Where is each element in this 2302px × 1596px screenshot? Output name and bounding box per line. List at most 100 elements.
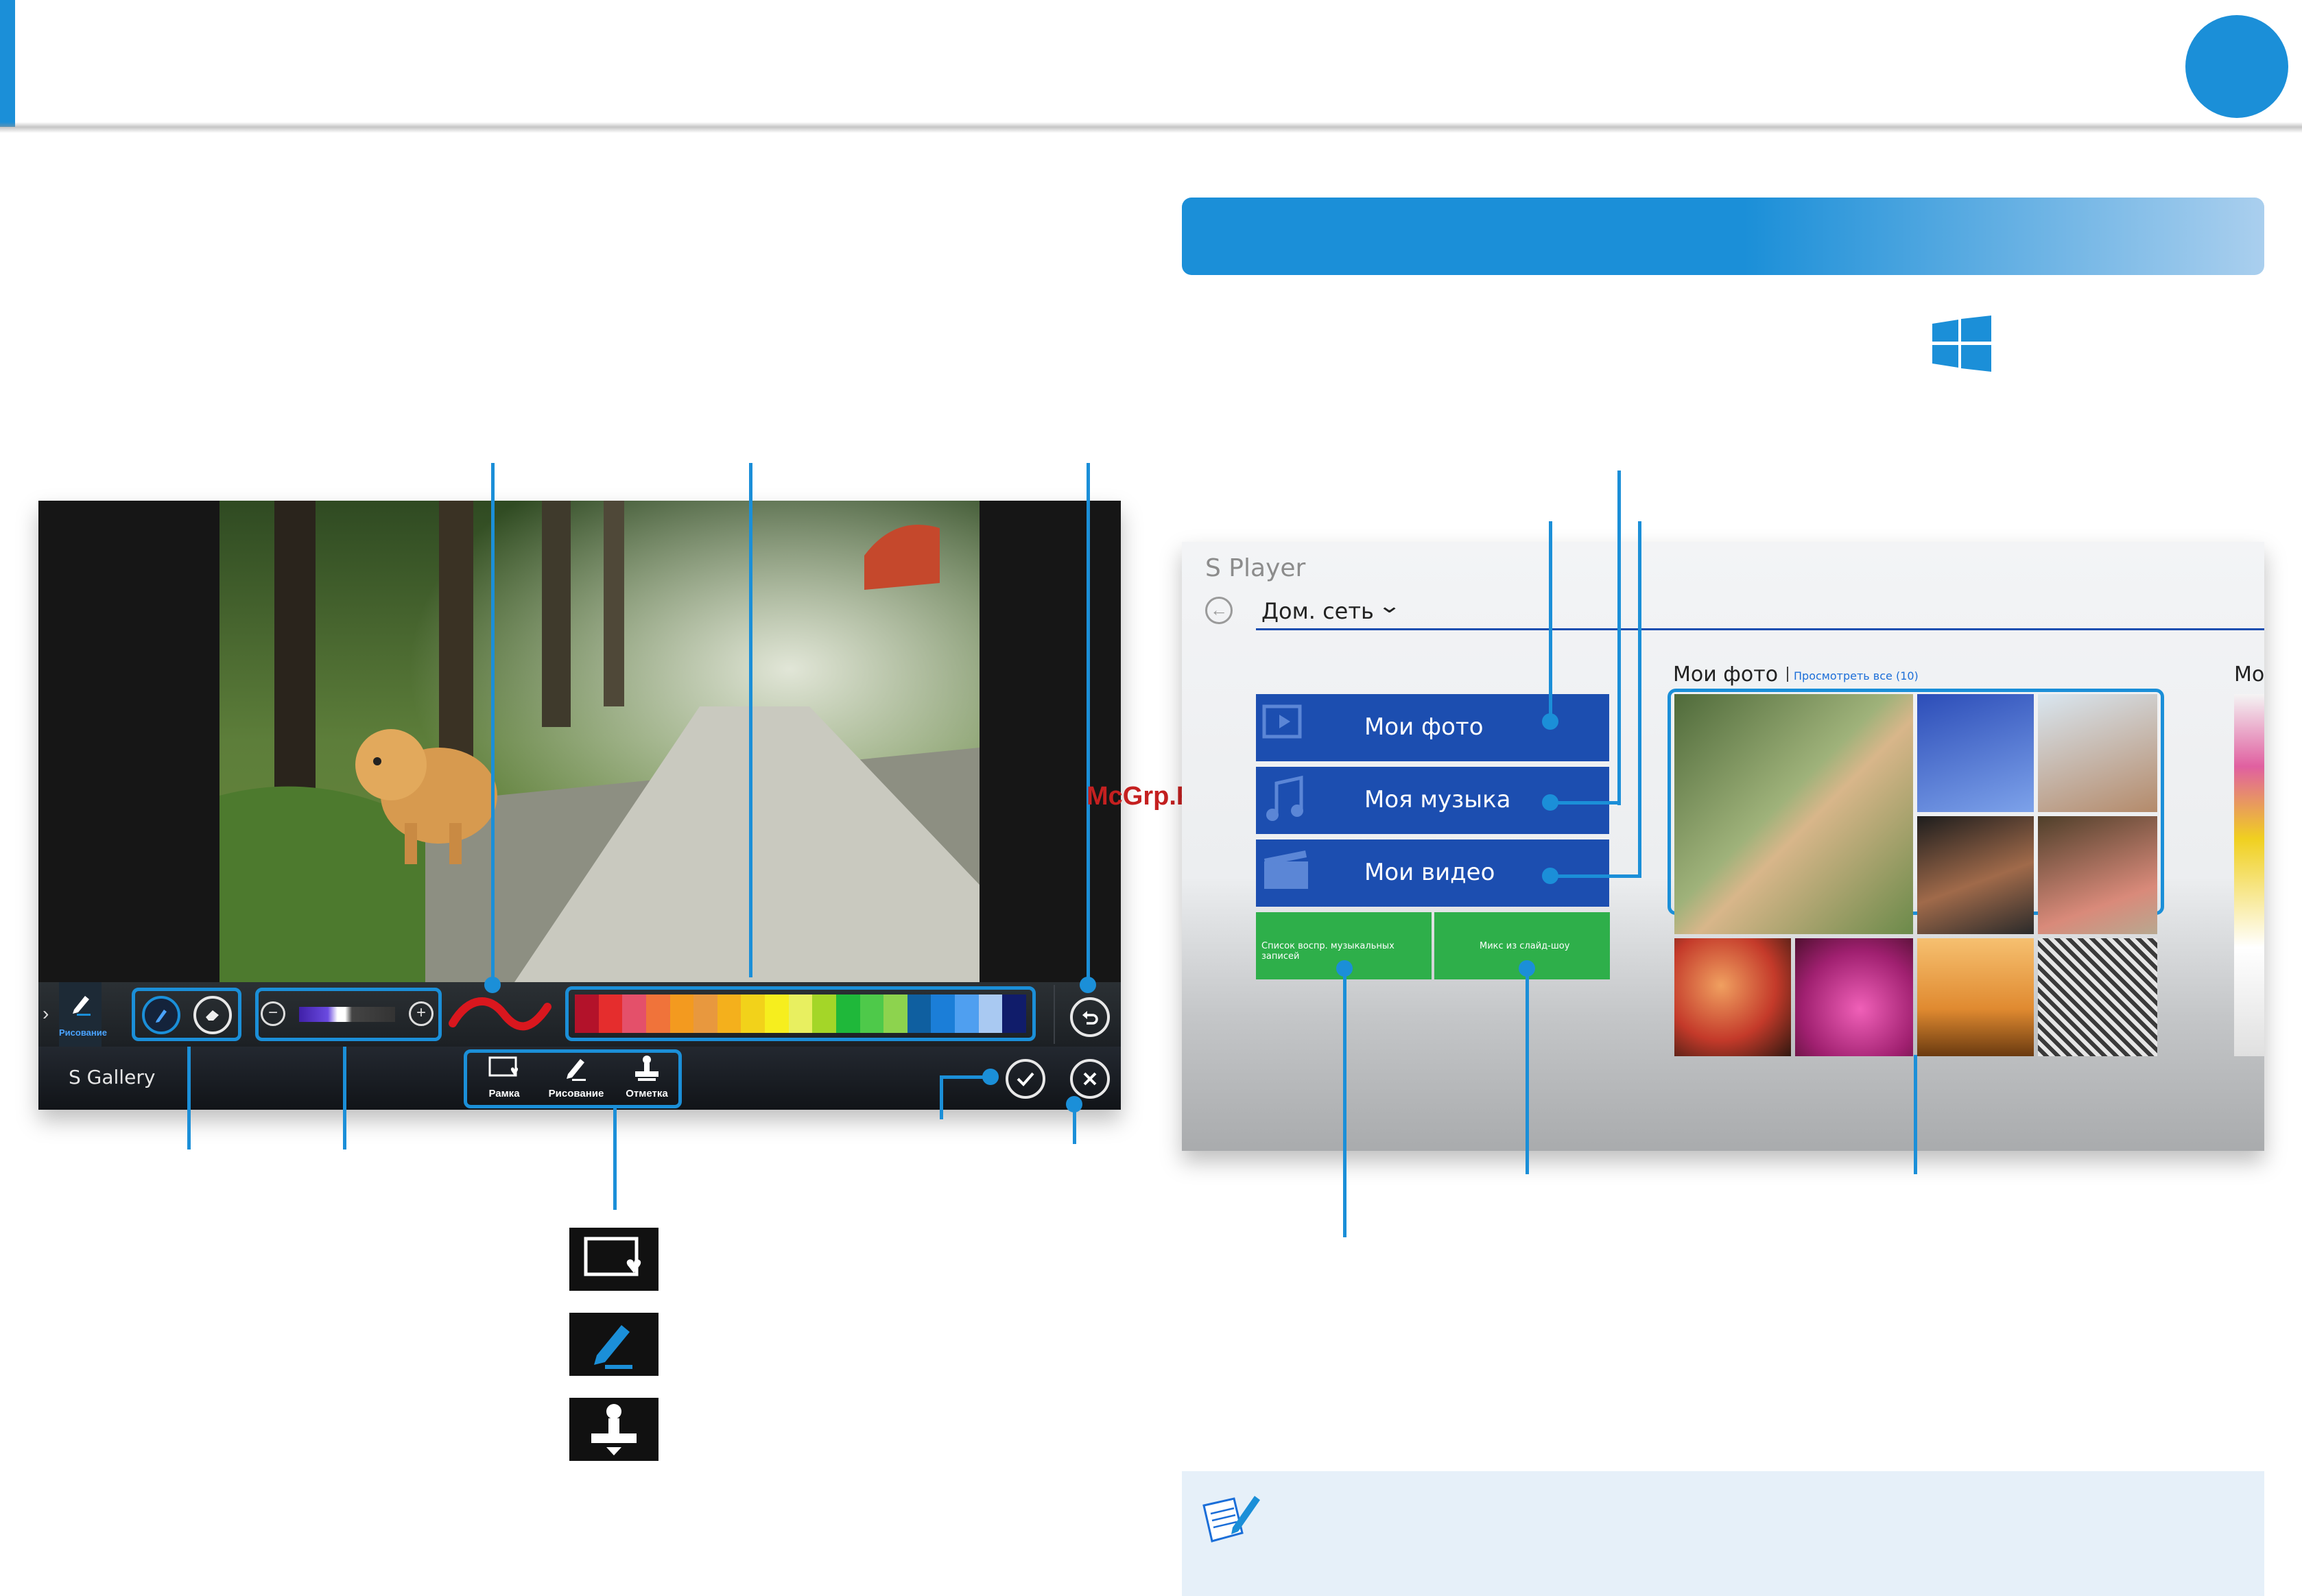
- next-section-thumb[interactable]: [2234, 694, 2264, 1056]
- legend-frame: [569, 1228, 658, 1291]
- callout-line-edit-tools: [613, 1108, 617, 1210]
- photo-thumb-doodle[interactable]: [2038, 938, 2157, 1056]
- photo-thumb-cat[interactable]: [2038, 816, 2157, 934]
- note-pencil-icon: [1202, 1496, 1260, 1543]
- dog-photo-image: [219, 501, 980, 982]
- color-swatch[interactable]: [669, 994, 694, 1033]
- next-section-heading: Мо: [2234, 663, 2264, 687]
- tile-music-playlists-label: Список воспр. музыкальных записей: [1261, 941, 1395, 962]
- color-swatch[interactable]: [788, 994, 813, 1033]
- cancel-button[interactable]: [1070, 1059, 1110, 1099]
- toolbar-divider: [1054, 985, 1055, 1044]
- color-swatch[interactable]: [978, 994, 1003, 1033]
- tile-my-photos[interactable]: Мои фото: [1256, 694, 1609, 761]
- s-gallery-screenshot: › Рисование − + S Gallery Рамка Рисовани…: [38, 501, 1121, 1110]
- draw-icon: [594, 1325, 632, 1369]
- callout-dot-my-videos: [1542, 868, 1558, 884]
- mode-drawing-label: Рисование: [59, 1027, 107, 1038]
- back-button[interactable]: ←: [1205, 597, 1233, 624]
- legend-stamp: [569, 1398, 658, 1461]
- photo-thumb-portrait[interactable]: [1917, 816, 2034, 934]
- stamp-icon: [591, 1404, 637, 1455]
- photos-section-heading: Мои фото: [1673, 663, 1779, 687]
- photo-thumb-singer[interactable]: [1674, 938, 1791, 1056]
- color-swatch[interactable]: [622, 994, 646, 1033]
- photo-thumb-jump[interactable]: [2038, 694, 2157, 812]
- close-icon: [1083, 1072, 1097, 1086]
- stamp-tool-button[interactable]: Отметка: [616, 1053, 678, 1106]
- undo-button[interactable]: [1070, 997, 1110, 1037]
- tile-my-videos-label: Мои видео: [1364, 859, 1495, 886]
- pencil-icon: [73, 996, 91, 1016]
- callout-line-my-photos: [1549, 521, 1552, 720]
- pen-tool-button[interactable]: [142, 996, 180, 1034]
- callout-line-slideshow: [1526, 968, 1529, 1174]
- photo-canvas[interactable]: [219, 501, 980, 982]
- color-swatch[interactable]: [1002, 994, 1026, 1033]
- color-swatch[interactable]: [717, 994, 741, 1033]
- color-swatch[interactable]: [575, 994, 599, 1033]
- callout-hline-apply: [940, 1075, 988, 1079]
- draw-tool-button[interactable]: Рисование: [542, 1053, 610, 1106]
- callout-line-my-music: [1617, 471, 1621, 805]
- eraser-tool-button[interactable]: [193, 996, 232, 1034]
- callout-line-palette: [749, 463, 752, 977]
- color-swatch[interactable]: [835, 994, 860, 1033]
- photo-thumb-child[interactable]: [1674, 694, 1913, 934]
- color-swatch[interactable]: [907, 994, 932, 1033]
- callout-line-photo-grid: [1914, 1055, 1917, 1174]
- tile-my-music-label: Моя музыка: [1364, 786, 1511, 813]
- color-swatch[interactable]: [955, 994, 979, 1033]
- color-swatch[interactable]: [598, 994, 623, 1033]
- callout-line-my-videos: [1638, 521, 1641, 878]
- color-swatch[interactable]: [765, 994, 789, 1033]
- callout-hline-my-videos: [1550, 874, 1641, 878]
- header-divider: [0, 122, 2302, 133]
- heading-separator: [1787, 667, 1788, 682]
- photo-thumb-flower[interactable]: [1795, 938, 1913, 1056]
- frame-tool-button[interactable]: Рамка: [475, 1053, 534, 1106]
- brush-size-slider[interactable]: [299, 1007, 395, 1022]
- callout-line-cancel: [1073, 1104, 1076, 1144]
- location-underline: [1256, 628, 2264, 630]
- callout-dot-stroke: [484, 977, 501, 993]
- expand-chevron-icon[interactable]: ›: [43, 1003, 49, 1025]
- callout-line-apply: [940, 1075, 943, 1119]
- location-dropdown-label[interactable]: Дом. сеть: [1261, 598, 1374, 624]
- undo-icon: [1082, 1011, 1098, 1025]
- note-box: [1182, 1471, 2264, 1596]
- decrease-size-button[interactable]: −: [261, 1001, 285, 1026]
- stroke-preview: [449, 997, 551, 1031]
- checkmark-icon: [1017, 1072, 1034, 1086]
- mode-drawing-button[interactable]: Рисование: [59, 982, 107, 1047]
- tile-my-photos-label: Мои фото: [1364, 713, 1484, 741]
- photo-thumb-skater[interactable]: [1917, 694, 2034, 812]
- increase-size-button[interactable]: +: [409, 1001, 434, 1026]
- frame-tool-label: Рамка: [488, 1088, 520, 1099]
- color-swatch[interactable]: [931, 994, 955, 1033]
- color-swatch[interactable]: [859, 994, 884, 1033]
- see-all-link[interactable]: Просмотреть все (10): [1794, 669, 1919, 682]
- callout-dot-undo: [1080, 977, 1096, 993]
- color-palette[interactable]: [575, 994, 1026, 1033]
- stamp-icon: [635, 1056, 658, 1081]
- back-arrow-icon: ←: [1210, 599, 1228, 620]
- clapperboard-icon: [1264, 850, 1308, 889]
- color-swatch[interactable]: [883, 994, 907, 1033]
- app-title: S Player: [1205, 554, 1306, 582]
- apply-button[interactable]: [1006, 1059, 1045, 1099]
- legend-draw: [569, 1313, 658, 1376]
- chevron-down-icon[interactable]: ⌄: [1377, 594, 1401, 618]
- color-swatch[interactable]: [693, 994, 717, 1033]
- color-swatch[interactable]: [645, 994, 670, 1033]
- frame-icon: [584, 1237, 641, 1276]
- windows-logo-icon: [1932, 315, 1991, 372]
- photo-thumb-sunset[interactable]: [1917, 938, 2034, 1056]
- callout-line-stroke: [491, 463, 495, 977]
- stamp-tool-label: Отметка: [626, 1088, 668, 1099]
- draw-tool-label: Рисование: [548, 1088, 604, 1099]
- frame-icon: [488, 1056, 519, 1077]
- photo-icon: [1262, 704, 1302, 739]
- color-swatch[interactable]: [741, 994, 765, 1033]
- color-swatch[interactable]: [812, 994, 836, 1033]
